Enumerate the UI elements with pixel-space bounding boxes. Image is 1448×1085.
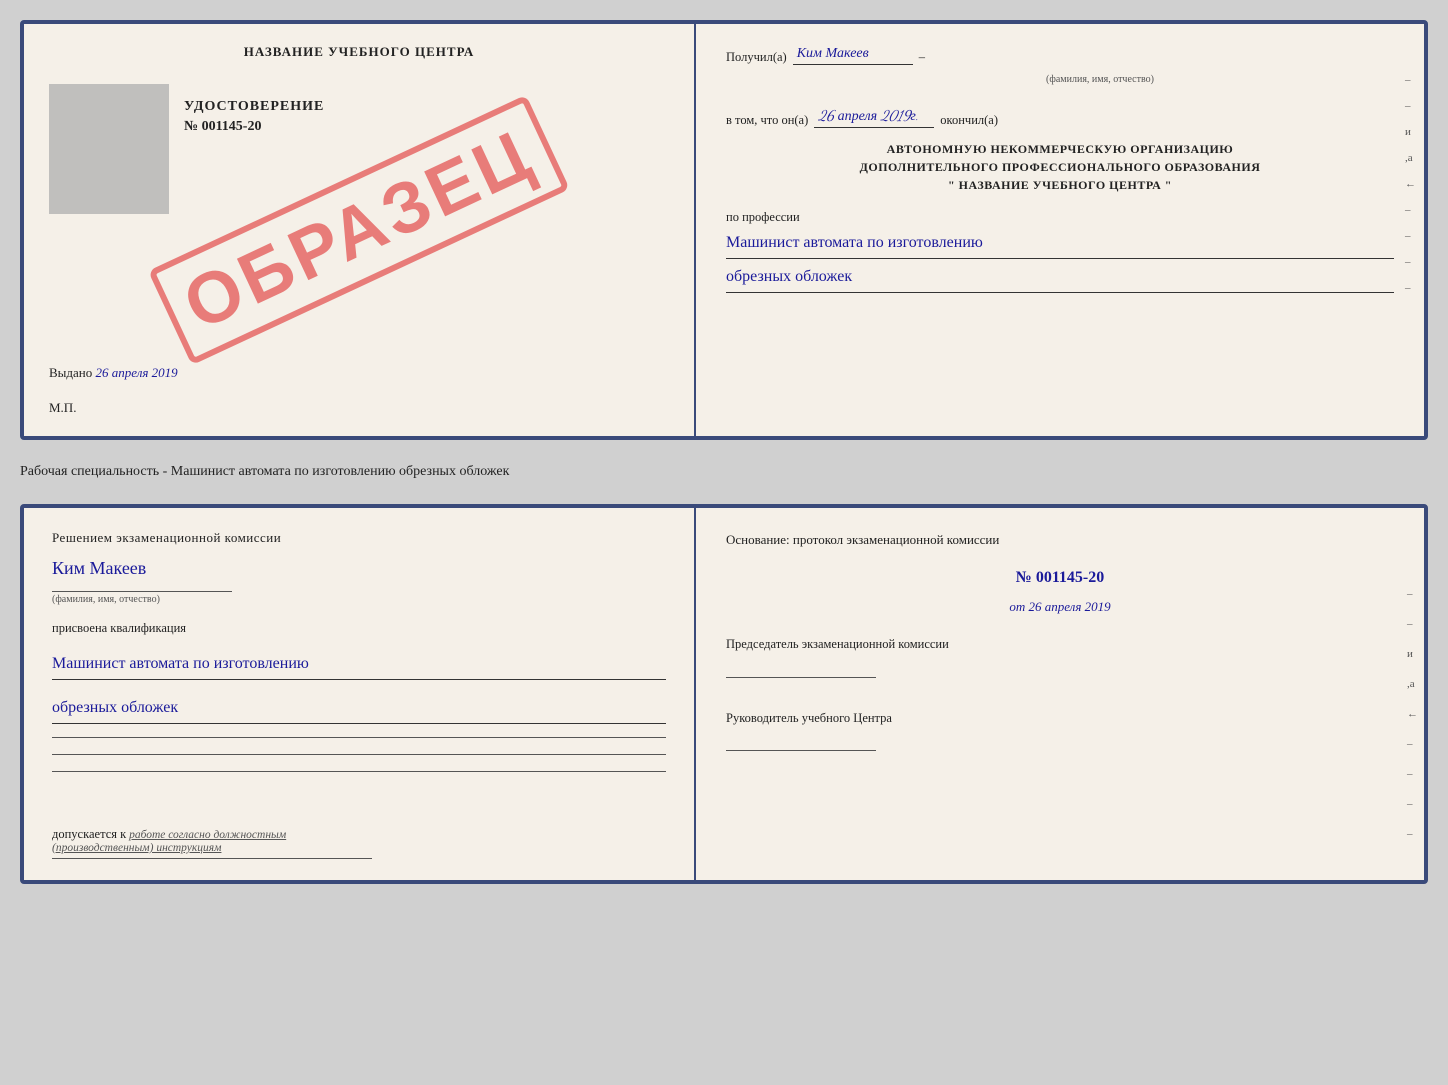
profession-label: по профессии Машинист автомата по изгото… [726,210,1394,293]
mp-label: М.П. [49,400,76,416]
cert-left: НАЗВАНИЕ УЧЕБНОГО ЦЕНТРА ОБРАЗЕЦ УДОСТОВ… [24,24,696,436]
obrazec-stamp: ОБРАЗЕЦ [148,95,570,366]
sign-line-1 [52,737,666,738]
vtom-label: в том, что он(a) [726,113,808,128]
vtom-date: 26 апреля 2019г. [814,107,934,128]
side-marks-top: – – и ,а ← – – – – [1405,74,1416,294]
org-line2: ДОПОЛНИТЕЛЬНОГО ПРОФЕССИОНАЛЬНОГО ОБРАЗО… [726,158,1394,176]
protocol-number: № 001145-20 [726,569,1394,587]
prisvoyena-text: присвоена квалификация [52,621,666,636]
predsedatel-sign-line [726,662,876,678]
org-line3: " НАЗВАНИЕ УЧЕБНОГО ЦЕНТРА " [726,176,1394,194]
dopuskaetsya-block: допускается к работе согласно должностны… [52,827,372,862]
sign-line-2 [52,754,666,755]
ot-label: от [1009,599,1025,614]
poluchil-label: Получил(a) [726,50,787,65]
ot-date-block: от 26 апреля 2019 [726,599,1394,615]
kvali-line1: Машинист автомата по изготовлению [52,650,666,680]
document-bottom: Решением экзаменационной комиссии Ким Ма… [20,504,1428,884]
fio-subtext-top: (фамилия, имя, отчество) [1046,74,1154,85]
dopuskaetsya-label: допускается к [52,827,126,841]
komissia-label: Решением экзаменационной комиссии [52,530,666,546]
fio-value-top: Ким Макеев [793,44,913,65]
page-wrapper: НАЗВАНИЕ УЧЕБНОГО ЦЕНТРА ОБРАЗЕЦ УДОСТОВ… [20,20,1428,884]
osnov-label: Основание: протокол экзаменационной коми… [726,530,1394,551]
school-name-top: НАЗВАНИЕ УЧЕБНОГО ЦЕНТРА [244,44,475,60]
dash: – [919,50,925,65]
poluchil-line: Получил(a) Ким Макеев – [726,44,1394,65]
middle-text: Рабочая специальность - Машинист автомат… [20,458,1428,486]
document-top: НАЗВАНИЕ УЧЕБНОГО ЦЕНТРА ОБРАЗЕЦ УДОСТОВ… [20,20,1428,440]
predsedatel-label: Председатель экзаменационной комиссии [726,635,1394,654]
vtom-line: в том, что он(a) 26 апреля 2019г. окончи… [726,107,1394,128]
cert-right: Получил(a) Ким Макеев – (фамилия, имя, о… [696,24,1424,436]
profession-line1: Машинист автомата по изготовлению [726,229,1394,259]
rukov-sign-line [726,735,876,751]
cert-number: № 001145-20 [184,119,261,135]
vydano-label: Выдано 26 апреля 2019 [49,365,178,381]
vydano-date: 26 апреля 2019 [96,365,178,380]
bottom-right: Основание: протокол экзаменационной коми… [696,508,1424,880]
dopusk-line [52,858,372,859]
ot-date-val: 26 апреля 2019 [1028,599,1110,614]
okonchil-label: окончил(а) [940,113,998,128]
kvali-line2: обрезных обложек [52,694,666,724]
fio-value-bottom: Ким Макеев [52,558,666,579]
side-marks-bottom: – – и ,а ← – – – – [1407,588,1418,840]
org-block: АВТОНОМНУЮ НЕКОММЕРЧЕСКУЮ ОРГАНИЗАЦИЮ ДО… [726,140,1394,194]
profession-line2: обрезных обложек [726,263,1394,293]
predsedatel-block: Председатель экзаменационной комиссии [726,635,1394,683]
bottom-left: Решением экзаменационной комиссии Ким Ма… [24,508,696,880]
fio-subtext-bottom: (фамилия, имя, отчество) [52,591,232,605]
org-line1: АВТОНОМНУЮ НЕКОММЕРЧЕСКУЮ ОРГАНИЗАЦИЮ [726,140,1394,158]
photo-placeholder [49,84,169,214]
vydano-text: Выдано [49,365,92,380]
rukov-label: Руководитель учебного Центра [726,709,1394,728]
udostoverenie-label: УДОСТОВЕРЕНИЕ [184,99,324,115]
rukov-block: Руководитель учебного Центра [726,709,1394,757]
sign-line-3 [52,771,666,772]
